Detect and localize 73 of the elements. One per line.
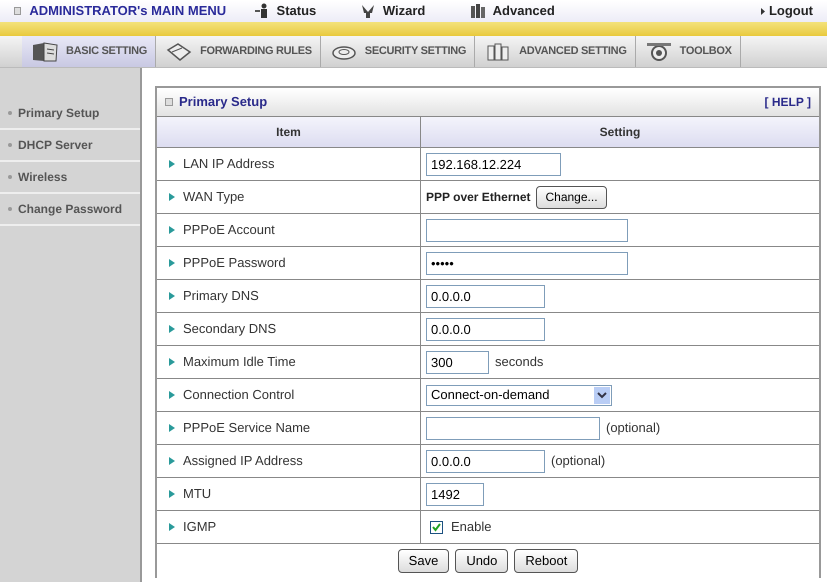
triangle-icon (169, 193, 175, 201)
bullet-icon (8, 143, 12, 147)
help-link[interactable]: [ HELP ] (764, 93, 811, 111)
row-label: Connection Control (157, 379, 421, 411)
triangle-icon (169, 424, 175, 432)
nav-tab[interactable]: SECURITY SETTING (320, 36, 476, 67)
input-field[interactable]: 0.0.0.0 (426, 284, 545, 308)
triangle-icon (169, 523, 175, 531)
input-field[interactable]: 0.0.0.0 (426, 450, 545, 472)
row-label: PPPoE Service Name (157, 412, 421, 444)
row-label: Maximum Idle Time (157, 346, 421, 378)
triangle-icon (169, 490, 175, 498)
sidebar-item[interactable]: DHCP Server (0, 130, 140, 162)
unit-label: seconds (495, 353, 544, 372)
input-field[interactable]: 1492 (426, 482, 484, 506)
checkbox-label: Enable (451, 518, 492, 536)
change-button[interactable]: Change... (536, 186, 607, 208)
input-field[interactable] (426, 416, 600, 440)
bullet-icon (8, 175, 12, 179)
column-header: Item (157, 117, 421, 147)
books-icon (468, 3, 487, 19)
nav-tab[interactable]: TOOLBOX (636, 36, 741, 67)
menu-title: ADMINISTRATOR's MAIN MENU (29, 2, 228, 20)
form-button[interactable]: Undo (455, 549, 508, 573)
top-menu-item[interactable]: Advanced (468, 1, 761, 21)
input-field[interactable]: 0.0.0.0 (426, 318, 545, 340)
form-button[interactable]: Save (398, 549, 450, 573)
sidebar-item[interactable]: Wireless (0, 162, 140, 194)
row-label: WAN Type (157, 181, 421, 213)
input-field[interactable]: ••••• (426, 252, 628, 274)
row-label: Primary DNS (157, 280, 421, 312)
row-label: LAN IP Address (157, 148, 421, 180)
triangle-icon (169, 160, 175, 168)
logout-link[interactable]: Logout (760, 1, 813, 21)
triangle-icon (169, 325, 175, 333)
dropdown[interactable]: Connect-on-demand (426, 384, 612, 406)
triangle-icon (169, 259, 175, 267)
row-label: PPPoE Password (157, 247, 421, 279)
square-icon (14, 7, 22, 15)
nav-tab[interactable]: BASIC SETTING (22, 36, 156, 67)
top-menu-item[interactable]: Wizard (358, 1, 469, 21)
nav-tab[interactable]: ADVANCED SETTING (475, 36, 636, 67)
triangle-icon (169, 457, 175, 465)
checkbox[interactable] (430, 520, 443, 534)
row-label: MTU (157, 478, 421, 510)
folder-icon (30, 40, 60, 64)
row-label: PPPoE Account (157, 214, 421, 246)
triangle-icon (760, 8, 765, 14)
input-field[interactable]: 300 (426, 350, 489, 374)
triangle-icon (169, 391, 175, 399)
top-menu-item[interactable]: Status (252, 1, 359, 21)
check-icon (432, 522, 441, 532)
bullet-icon (8, 207, 12, 211)
wan-type-value: PPP over Ethernet (426, 189, 530, 206)
sidebar-item[interactable]: Primary Setup (0, 98, 140, 130)
input-field[interactable]: 192.168.12.224 (426, 152, 561, 176)
square-icon (165, 98, 173, 106)
optional-note: (optional) (606, 419, 660, 438)
form-button[interactable]: Reboot (514, 549, 578, 573)
row-label: Secondary DNS (157, 313, 421, 345)
triangle-icon (169, 292, 175, 300)
optional-note: (optional) (551, 452, 606, 470)
sidebar-item[interactable]: Change Password (0, 194, 140, 226)
chevron-down-icon (594, 386, 610, 404)
row-label: IGMP (157, 511, 421, 543)
triangle-icon (169, 226, 175, 234)
input-field[interactable] (426, 218, 628, 242)
bullet-icon (8, 111, 12, 115)
triangle-icon (169, 358, 175, 366)
panel-title: Primary Setup (165, 92, 268, 112)
nav-tab[interactable]: FORWARDING RULES (156, 36, 321, 67)
row-label: Assigned IP Address (157, 445, 421, 477)
column-header: Setting (598, 124, 642, 141)
